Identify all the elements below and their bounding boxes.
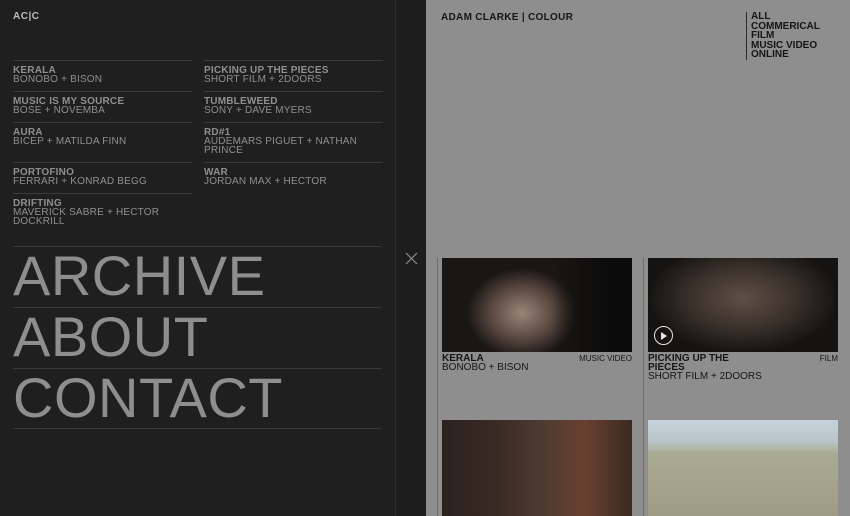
project-subtitle: MAVERICK SABRE + HECTOR DOCKRILL <box>13 207 160 227</box>
nav-contact[interactable]: CONTACT <box>13 368 381 429</box>
main-nav: ARCHIVE ABOUT CONTACT <box>13 246 381 429</box>
project-card[interactable] <box>648 420 838 516</box>
project-item-drifting[interactable]: DRIFTING MAVERICK SABRE + HECTOR DOCKRIL… <box>13 193 192 233</box>
project-item-portofino[interactable]: PORTOFINO FERRARI + KONRAD BEGG <box>13 162 192 193</box>
menu-panel: AC|C KERALA BONOBO + BISON PICKING UP TH… <box>0 0 396 516</box>
project-subtitle: BICEP + MATILDA FINN <box>13 136 127 147</box>
grid-divider <box>643 258 644 516</box>
grid-divider <box>437 258 438 516</box>
project-card[interactable] <box>442 420 632 516</box>
card-subtitle: BONOBO + BISON <box>442 362 529 373</box>
logo[interactable]: AC|C <box>13 11 39 22</box>
project-item-picking-up-the-pieces[interactable]: PICKING UP THE PIECES SHORT FILM + 2DOOR… <box>204 60 383 91</box>
content-area: ADAM CLARKE | COLOUR ALL COMMERICAL FILM… <box>426 0 850 516</box>
project-thumbnail[interactable] <box>648 258 838 352</box>
category-filters: ALL COMMERICAL FILM MUSIC VIDEO ONLINE <box>746 12 820 60</box>
project-subtitle: BONOBO + BISON <box>13 74 103 85</box>
nav-about[interactable]: ABOUT <box>13 307 381 368</box>
project-item-kerala[interactable]: KERALA BONOBO + BISON <box>13 60 192 91</box>
filter-online[interactable]: ONLINE <box>751 50 820 60</box>
project-subtitle: SHORT FILM + 2DOORS <box>204 74 322 85</box>
card-meta: PICKING UP THE PIECES SHORT FILM + 2DOOR… <box>648 353 838 382</box>
card-category: FILM <box>819 354 838 363</box>
project-item-aura[interactable]: AURA BICEP + MATILDA FINN <box>13 122 192 162</box>
card-category: MUSIC VIDEO <box>579 354 632 363</box>
project-item-rd1[interactable]: RD#1 AUDEMARS PIGUET + NATHAN PRINCE <box>204 122 383 162</box>
card-title: PICKING UP THE PIECES <box>648 353 729 373</box>
project-subtitle: FERRARI + KONRAD BEGG <box>13 176 147 187</box>
project-thumbnail[interactable] <box>442 420 632 516</box>
project-list: KERALA BONOBO + BISON PICKING UP THE PIE… <box>13 60 383 233</box>
project-subtitle: BOSE + NOVEMBA <box>13 105 105 116</box>
project-item-tumbleweed[interactable]: TUMBLEWEED SONY + DAVE MYERS <box>204 91 383 122</box>
card-meta: KERALA BONOBO + BISON MUSIC VIDEO <box>442 354 632 373</box>
project-item-music-is-my-source[interactable]: MUSIC IS MY SOURCE BOSE + NOVEMBA <box>13 91 192 122</box>
project-item-war[interactable]: WAR JORDAN MAX + HECTOR <box>204 162 383 193</box>
brand-title[interactable]: ADAM CLARKE | COLOUR <box>441 12 573 23</box>
project-thumbnail[interactable] <box>442 258 632 352</box>
close-icon[interactable] <box>397 248 425 268</box>
project-thumbnail[interactable] <box>648 420 838 516</box>
nav-archive[interactable]: ARCHIVE <box>13 246 381 307</box>
project-card-kerala[interactable]: KERALA BONOBO + BISON MUSIC VIDEO <box>442 258 632 373</box>
project-subtitle: JORDAN MAX + HECTOR <box>204 176 327 187</box>
project-subtitle: SONY + DAVE MYERS <box>204 105 312 116</box>
play-icon[interactable] <box>654 326 673 345</box>
project-subtitle: AUDEMARS PIGUET + NATHAN PRINCE <box>204 136 358 156</box>
card-subtitle: SHORT FILM + 2DOORS <box>648 371 762 382</box>
project-card-picking-up-the-pieces[interactable]: PICKING UP THE PIECES SHORT FILM + 2DOOR… <box>648 258 838 382</box>
